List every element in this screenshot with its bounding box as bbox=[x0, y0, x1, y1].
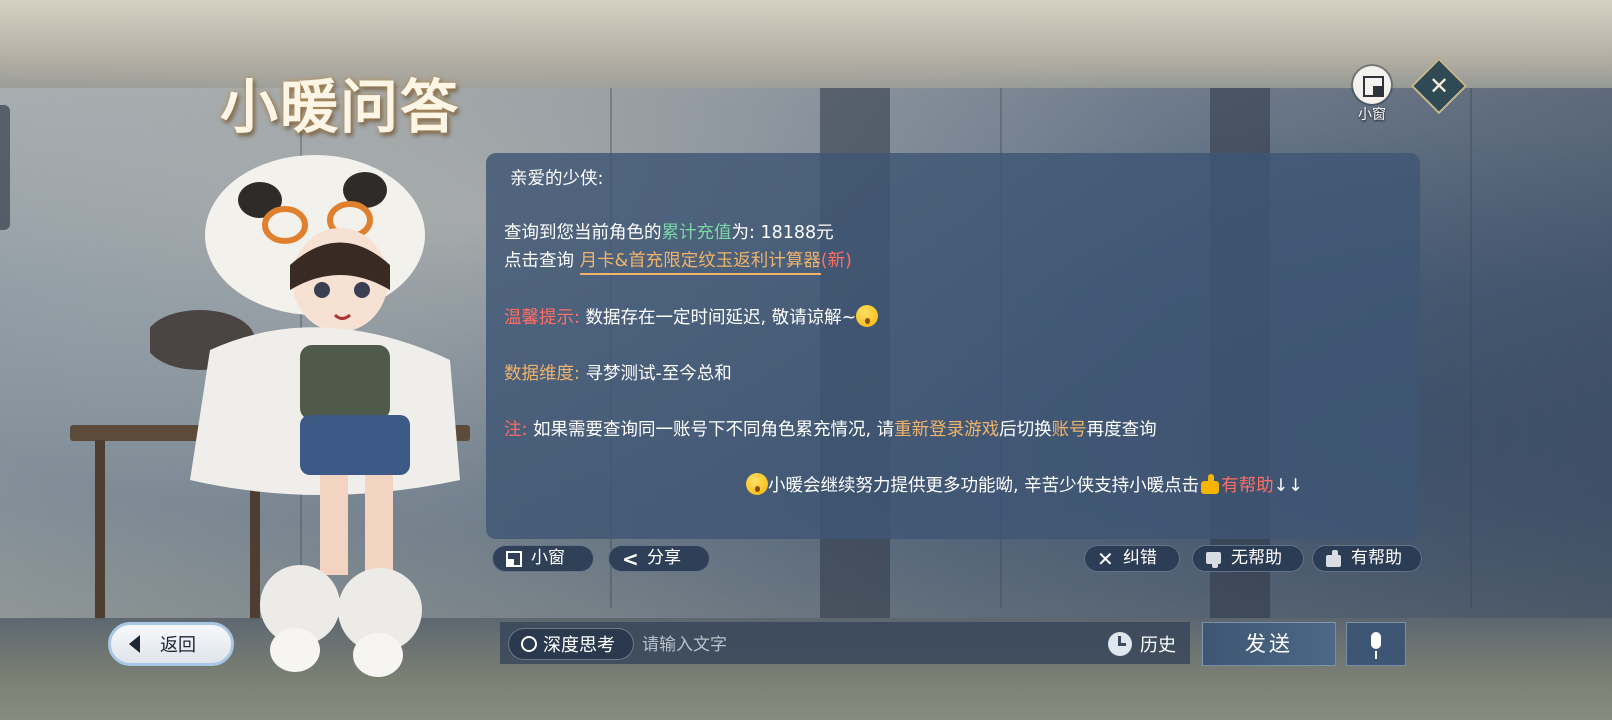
down-arrows: ↓↓ bbox=[1273, 476, 1303, 496]
microphone-button[interactable] bbox=[1346, 622, 1406, 666]
mini-window-button[interactable]: 小窗 bbox=[492, 545, 594, 572]
side-drawer-handle[interactable] bbox=[0, 105, 10, 230]
close-icon: ✕ bbox=[1428, 72, 1450, 100]
relogin-highlight: 重新登录游戏 bbox=[894, 420, 1000, 440]
thumbs-down-icon bbox=[1205, 550, 1223, 568]
note-line: 注: 如果需要查询同一账号下不同角色累充情况, 请重新登录游戏后切换账号再度查询 bbox=[504, 420, 1157, 440]
shorts bbox=[300, 415, 410, 475]
calculator-link[interactable]: 月卡&首充限定纹玉返利计算器 bbox=[579, 251, 821, 275]
vest bbox=[300, 345, 390, 420]
recharge-line: 查询到您当前角色的累计充值为: 18188元 bbox=[504, 223, 834, 243]
note-label: 注: bbox=[504, 420, 528, 440]
x-icon bbox=[1097, 546, 1115, 573]
recharge-amount: 为: 18188元 bbox=[731, 223, 834, 243]
clock-icon bbox=[1108, 632, 1132, 656]
back-button[interactable]: 返回 bbox=[108, 622, 234, 666]
answer-card: 亲爱的少侠: 查询到您当前角色的累计充值为: 18188元 点击查询 月卡&首充… bbox=[486, 153, 1420, 539]
thumbs-up-emoji-icon bbox=[1199, 473, 1221, 495]
dimension-label: 数据维度: bbox=[504, 364, 580, 384]
calculator-line: 点击查询 月卡&首充限定纹玉返利计算器(新) bbox=[504, 247, 852, 275]
mini-window-button-top[interactable]: 小窗 bbox=[1350, 66, 1394, 124]
helpful-highlight: 有帮助 bbox=[1221, 476, 1274, 496]
lattice-line bbox=[1470, 88, 1472, 608]
mini-window-icon bbox=[505, 550, 523, 568]
back-arrow-icon bbox=[129, 635, 140, 653]
not-helpful-button[interactable]: 无帮助 bbox=[1192, 545, 1304, 572]
account-highlight: 账号 bbox=[1051, 420, 1087, 440]
helpful-button[interactable]: 有帮助 bbox=[1312, 545, 1422, 572]
tip-line: 温馨提示: 数据存在一定时间延迟, 敬请谅解~ bbox=[504, 304, 879, 329]
table-leg bbox=[95, 440, 105, 620]
greeting: 亲爱的少侠: bbox=[510, 169, 604, 189]
page-title: 小暖问答 bbox=[220, 73, 461, 141]
deep-think-toggle[interactable]: 深度思考 bbox=[508, 628, 634, 660]
mini-window-label: 小窗 bbox=[1358, 107, 1386, 123]
shy-face-emoji-icon bbox=[856, 305, 879, 327]
closing-line: 小暖会继续努力提供更多功能呦, 辛苦少侠支持小暖点击 有帮助↓↓ bbox=[746, 472, 1303, 497]
tip-text: 数据存在一定时间延迟, 敬请谅解~ bbox=[585, 308, 857, 328]
thumbs-up-icon bbox=[1325, 549, 1343, 568]
send-button[interactable]: 发送 bbox=[1202, 622, 1336, 666]
share-icon bbox=[621, 546, 639, 573]
dimension-text: 寻梦测试-至今总和 bbox=[585, 364, 732, 384]
shy-face-emoji-icon bbox=[746, 473, 768, 495]
share-button[interactable]: 分享 bbox=[608, 545, 710, 573]
new-tag: (新) bbox=[820, 251, 852, 271]
tip-label: 温馨提示: bbox=[504, 308, 580, 328]
dimension-line: 数据维度: 寻梦测试-至今总和 bbox=[504, 360, 732, 385]
recharge-key: 累计充值 bbox=[661, 223, 732, 243]
character-illustration bbox=[150, 155, 460, 677]
correct-button[interactable]: 纠错 bbox=[1084, 545, 1180, 573]
radio-icon bbox=[521, 636, 537, 652]
message-input[interactable] bbox=[640, 630, 1104, 660]
mini-window-icon bbox=[1353, 66, 1391, 104]
history-button[interactable]: 历史 bbox=[1108, 628, 1176, 660]
